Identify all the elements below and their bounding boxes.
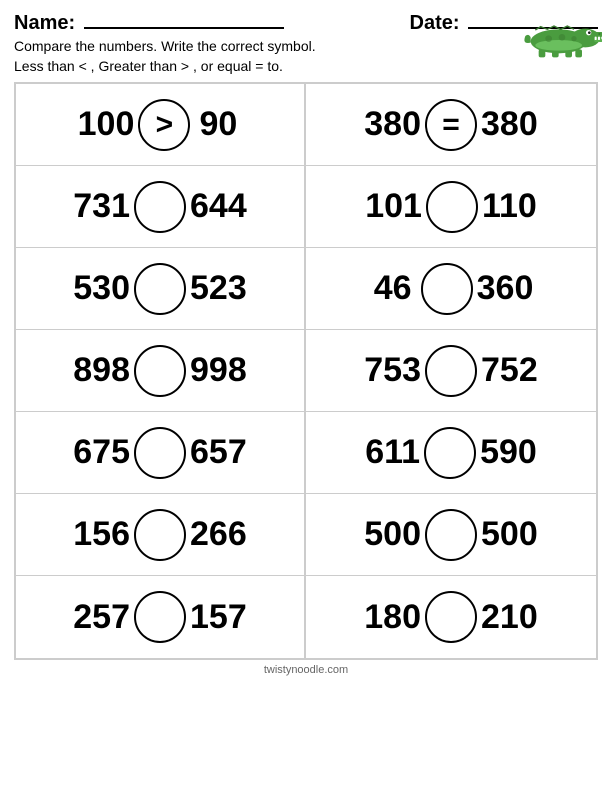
right-num1-6: 180 [364, 598, 421, 637]
right-num2-5: 500 [481, 515, 538, 554]
right-num1-3: 753 [364, 351, 421, 390]
right-circle-3[interactable] [425, 345, 477, 397]
left-num2-4: 657 [190, 433, 247, 472]
left-num1-5: 156 [73, 515, 130, 554]
grid-row-3: 898 998 753 752 [16, 330, 596, 412]
left-circle-3[interactable] [134, 345, 186, 397]
right-circle-0[interactable]: = [425, 99, 477, 151]
left-num2-6: 157 [190, 598, 247, 637]
right-circle-1[interactable] [426, 181, 478, 233]
footer-url: twistynoodle.com [14, 664, 598, 676]
right-circle-6[interactable] [425, 591, 477, 643]
cell-right-2: 46 360 [306, 248, 596, 329]
grid-row-1: 731 644 101 110 [16, 166, 596, 248]
left-num1-3: 898 [73, 351, 130, 390]
cell-left-3: 898 998 [16, 330, 306, 411]
right-num2-0: 380 [481, 105, 538, 144]
right-num1-2: 46 [369, 269, 417, 308]
left-num2-3: 998 [190, 351, 247, 390]
left-num2-1: 644 [190, 187, 247, 226]
comparison-grid: 100>90380=380731644101110530523463608989… [14, 82, 598, 660]
grid-row-2: 530 523 46 360 [16, 248, 596, 330]
cell-right-5: 500 500 [306, 494, 596, 575]
grid-row-5: 156 266 500 500 [16, 494, 596, 576]
right-num2-6: 210 [481, 598, 538, 637]
cell-right-4: 611 590 [306, 412, 596, 493]
cell-left-6: 257 157 [16, 576, 306, 658]
cell-left-1: 731 644 [16, 166, 306, 247]
name-label: Name: [14, 12, 75, 34]
alligator-icon [522, 8, 602, 63]
date-label: Date: [410, 12, 460, 34]
grid-row-6: 257 157 180 210 [16, 576, 596, 658]
right-circle-4[interactable] [424, 427, 476, 479]
cell-left-2: 530 523 [16, 248, 306, 329]
left-circle-2[interactable] [134, 263, 186, 315]
left-num2-0: 90 [194, 105, 242, 144]
left-num1-2: 530 [73, 269, 130, 308]
left-circle-1[interactable] [134, 181, 186, 233]
cell-right-6: 180 210 [306, 576, 596, 658]
right-circle-5[interactable] [425, 509, 477, 561]
left-circle-5[interactable] [134, 509, 186, 561]
left-num2-2: 523 [190, 269, 247, 308]
cell-right-1: 101 110 [306, 166, 596, 247]
right-num1-4: 611 [365, 433, 420, 472]
instructions-line1: Compare the numbers. Write the correct s… [14, 37, 598, 57]
left-num1-0: 100 [78, 105, 135, 144]
instructions-line2: Less than < , Greater than > , or equal … [14, 57, 598, 77]
cell-left-0: 100>90 [16, 84, 306, 165]
left-num1-6: 257 [73, 598, 130, 637]
left-circle-4[interactable] [134, 427, 186, 479]
cell-right-3: 753 752 [306, 330, 596, 411]
left-num1-1: 731 [73, 187, 130, 226]
cell-left-5: 156 266 [16, 494, 306, 575]
name-line[interactable] [84, 27, 284, 29]
grid-row-4: 675 657 611 590 [16, 412, 596, 494]
cell-right-0: 380=380 [306, 84, 596, 165]
right-circle-2[interactable] [421, 263, 473, 315]
right-num1-0: 380 [364, 105, 421, 144]
right-num1-1: 101 [365, 187, 422, 226]
right-num2-1: 110 [482, 187, 537, 226]
right-num2-4: 590 [480, 433, 537, 472]
right-num2-2: 360 [477, 269, 534, 308]
left-circle-0[interactable]: > [138, 99, 190, 151]
right-num2-3: 752 [481, 351, 538, 390]
left-num2-5: 266 [190, 515, 247, 554]
right-num1-5: 500 [364, 515, 421, 554]
cell-left-4: 675 657 [16, 412, 306, 493]
left-num1-4: 675 [73, 433, 130, 472]
left-circle-6[interactable] [134, 591, 186, 643]
grid-row-0: 100>90380=380 [16, 84, 596, 166]
